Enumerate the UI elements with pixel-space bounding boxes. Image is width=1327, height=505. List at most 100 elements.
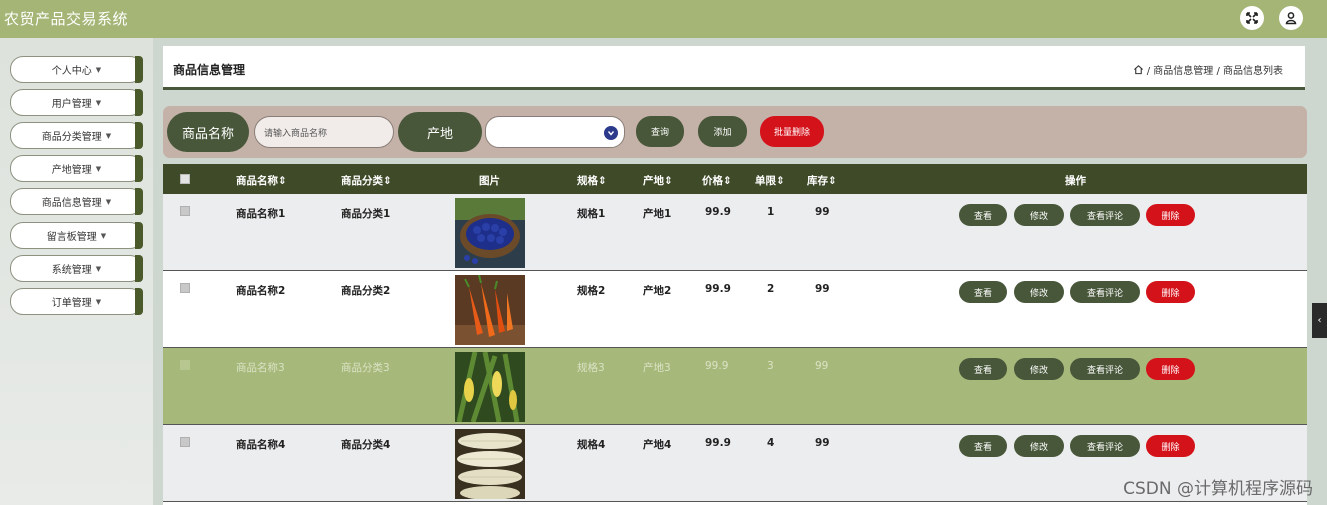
product-image-corn-field (455, 352, 525, 422)
row-checkbox[interactable] (180, 283, 190, 293)
view-comments-button[interactable]: 查看评论 (1070, 358, 1140, 380)
side-collapse-handle[interactable]: ‹ (1312, 303, 1327, 338)
edit-button[interactable]: 修改 (1014, 435, 1064, 457)
batch-delete-button[interactable]: 批量删除 (760, 116, 824, 147)
product-name-label: 商品名称 (167, 112, 249, 152)
view-comments-button[interactable]: 查看评论 (1070, 435, 1140, 457)
table-row: 商品名称1 商品分类1 规格1 产地1 99.9 1 99 查看 修改 查看评论… (163, 194, 1307, 271)
cell-name: 商品名称2 (236, 285, 286, 297)
table-header: 商品名称⇕ 商品分类⇕ 图片 规格⇕ 产地⇕ 价格⇕ 单限⇕ 库存⇕ 操作 (163, 164, 1307, 194)
origin-select[interactable] (485, 116, 625, 148)
search-bar: 商品名称 请输入商品名称 产地 查询 添加 批量删除 (163, 106, 1307, 158)
delete-button[interactable]: 删除 (1146, 281, 1195, 303)
delete-button[interactable]: 删除 (1146, 435, 1195, 457)
cell-name: 商品名称3 (236, 362, 285, 374)
cell-limit: 1 (767, 206, 775, 218)
chevron-left-icon: ‹ (1317, 315, 1322, 326)
delete-button[interactable]: 删除 (1146, 358, 1195, 380)
column-header-price[interactable]: 价格⇕ (702, 173, 732, 188)
column-header-category[interactable]: 商品分类⇕ (341, 173, 392, 188)
product-image-blueberry (455, 198, 525, 268)
column-header-origin[interactable]: 产地⇕ (643, 173, 673, 188)
row-checkbox[interactable] (180, 437, 190, 447)
sidebar-item-user-management[interactable]: 用户管理 ▼ (10, 89, 143, 116)
cell-origin: 产地2 (643, 285, 672, 297)
cell-origin: 产地1 (643, 208, 672, 220)
sidebar-item-category-management[interactable]: 商品分类管理 ▼ (10, 122, 143, 149)
view-button[interactable]: 查看 (959, 435, 1007, 457)
cell-price: 99.9 (705, 360, 729, 372)
product-image-carrot (455, 275, 525, 345)
cell-name: 商品名称4 (236, 439, 286, 451)
cell-stock: 99 (815, 206, 830, 218)
cell-category: 商品分类1 (341, 208, 391, 220)
sidebar-item-personal-center[interactable]: 个人中心 ▼ (10, 56, 143, 83)
cell-spec: 规格1 (577, 208, 606, 220)
view-comments-button[interactable]: 查看评论 (1070, 204, 1140, 226)
cell-name: 商品名称1 (236, 208, 286, 220)
edit-button[interactable]: 修改 (1014, 358, 1064, 380)
sidebar-item-system-management[interactable]: 系统管理 ▼ (10, 255, 143, 282)
cell-limit: 4 (767, 437, 775, 449)
column-header-stock[interactable]: 库存⇕ (807, 173, 837, 188)
chevron-down-icon: ▼ (100, 231, 107, 240)
cell-stock: 99 (815, 360, 829, 372)
chevron-down-icon: ▼ (105, 131, 112, 140)
watermark: CSDN @计算机程序源码 (1123, 479, 1313, 499)
select-all-checkbox[interactable] (180, 174, 190, 184)
app-title: 农贸产品交易系统 (4, 10, 129, 28)
cell-category: 商品分类4 (341, 439, 391, 451)
edit-button[interactable]: 修改 (1014, 204, 1064, 226)
view-button[interactable]: 查看 (959, 204, 1007, 226)
cell-category: 商品分类2 (341, 285, 391, 297)
fullscreen-icon[interactable] (1240, 6, 1264, 30)
sidebar-item-message-board[interactable]: 留言板管理 ▼ (10, 222, 143, 249)
cell-origin: 产地3 (643, 362, 671, 374)
chevron-down-icon: ▼ (95, 297, 102, 306)
product-name-input[interactable]: 请输入商品名称 (254, 116, 394, 148)
sidebar-item-label: 产地管理 (51, 165, 92, 176)
product-image-corn-cobs (455, 429, 525, 499)
page-header: 商品信息管理 / 商品信息管理 / 商品信息列表 (163, 46, 1305, 90)
breadcrumb-text: / 商品信息管理 / 商品信息列表 (1146, 66, 1283, 77)
view-comments-button[interactable]: 查看评论 (1070, 281, 1140, 303)
delete-button[interactable]: 删除 (1146, 204, 1195, 226)
sidebar-item-product-management[interactable]: 商品信息管理 ▼ (10, 188, 143, 215)
chevron-down-icon: ▼ (105, 197, 112, 206)
column-header-limit[interactable]: 单限⇕ (755, 173, 785, 188)
column-header-name[interactable]: 商品名称⇕ (236, 173, 287, 188)
sidebar-item-label: 商品分类管理 (41, 132, 102, 143)
cell-price: 99.9 (705, 437, 731, 449)
user-icon[interactable] (1279, 6, 1303, 30)
view-button[interactable]: 查看 (959, 281, 1007, 303)
origin-label: 产地 (398, 112, 482, 152)
cell-stock: 99 (815, 283, 830, 295)
column-header-spec[interactable]: 规格⇕ (577, 173, 607, 188)
cell-category: 商品分类3 (341, 362, 390, 374)
breadcrumb: / 商品信息管理 / 商品信息列表 (1133, 62, 1283, 77)
chevron-down-icon: ▼ (95, 98, 102, 107)
chevron-down-icon: ▼ (95, 164, 102, 173)
product-table: 商品名称⇕ 商品分类⇕ 图片 规格⇕ 产地⇕ 价格⇕ 单限⇕ 库存⇕ 操作 商品… (163, 164, 1307, 505)
query-button[interactable]: 查询 (636, 116, 684, 147)
sidebar-item-label: 订单管理 (51, 298, 92, 309)
cell-origin: 产地4 (643, 439, 672, 451)
cell-stock: 99 (815, 437, 830, 449)
add-button[interactable]: 添加 (698, 116, 747, 147)
table-row: 商品名称2 商品分类2 规格2 产地2 99.9 2 99 查看 修改 查看评论… (163, 271, 1307, 348)
edit-button[interactable]: 修改 (1014, 281, 1064, 303)
sidebar-item-label: 个人中心 (51, 66, 92, 77)
cell-price: 99.9 (705, 206, 731, 218)
chevron-down-icon: ▼ (95, 264, 102, 273)
sidebar: 个人中心 ▼ 用户管理 ▼ 商品分类管理 ▼ 产地管理 ▼ 商品信息管理 ▼ 留言板管理 ▼… (0, 38, 153, 505)
sidebar-item-order-management[interactable]: 订单管理 ▼ (10, 288, 143, 315)
view-button[interactable]: 查看 (959, 358, 1007, 380)
sidebar-item-label: 系统管理 (51, 265, 92, 276)
cell-spec: 规格2 (577, 285, 606, 297)
cell-limit: 2 (767, 283, 775, 295)
row-checkbox[interactable] (180, 206, 190, 216)
sidebar-item-origin-management[interactable]: 产地管理 ▼ (10, 155, 143, 182)
home-icon[interactable] (1133, 64, 1144, 75)
row-checkbox[interactable] (180, 360, 190, 370)
sidebar-item-label: 商品信息管理 (41, 198, 102, 209)
